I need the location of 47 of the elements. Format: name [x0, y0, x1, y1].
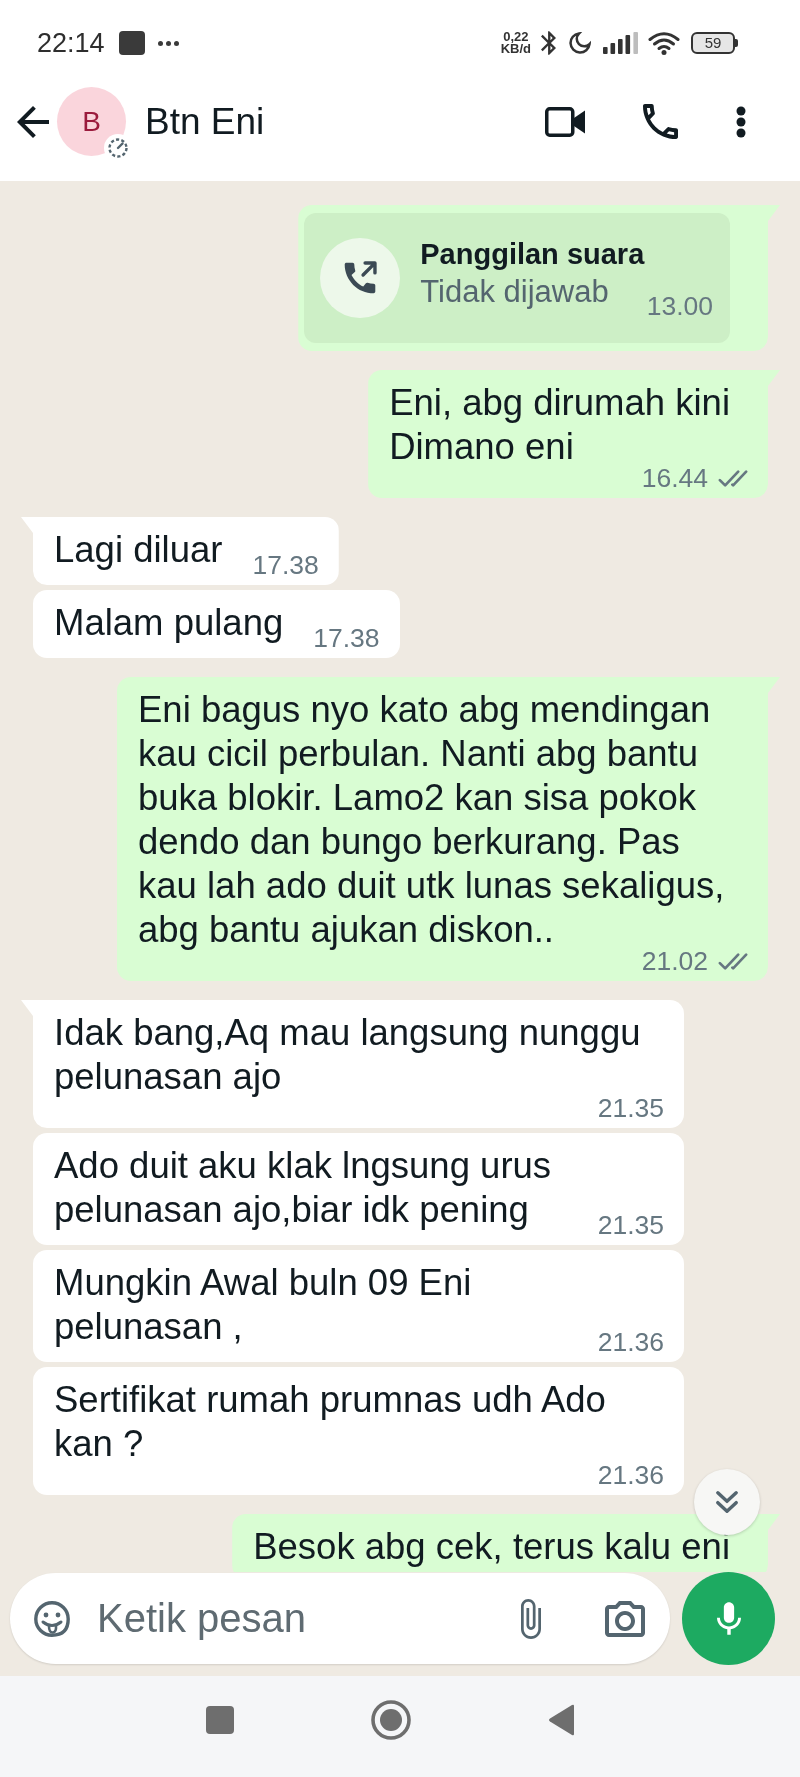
message-time: 17.38 — [313, 628, 380, 648]
contact-name[interactable]: Btn Eni — [145, 100, 265, 143]
more-options-icon[interactable] — [736, 105, 746, 138]
avatar[interactable]: B — [57, 87, 126, 156]
message-field[interactable]: Ketik pesan — [10, 1573, 670, 1664]
mic-icon — [716, 1602, 741, 1635]
message-time: 21.35 — [597, 1215, 664, 1235]
message-time: 21.36 — [597, 1465, 664, 1485]
battery-indicator: 59 — [691, 32, 738, 54]
bluetooth-icon — [541, 31, 556, 55]
message-text: Eni, abg dirumah kini Dimano eni — [389, 382, 730, 467]
more-notifications-icon — [157, 40, 179, 46]
circle-icon[interactable] — [371, 1699, 411, 1740]
message-time: 21.36 — [597, 1332, 664, 1352]
video-call-icon[interactable] — [545, 106, 585, 137]
call-status: Tidak dijawab — [420, 273, 609, 311]
message-text: Mungkin Awal buln 09 Eni pelunasan , — [54, 1262, 472, 1347]
square-icon[interactable] — [206, 1705, 234, 1734]
double-chevron-down-icon — [716, 1491, 738, 1513]
message-text: Lagi diluar — [54, 529, 223, 570]
message-time: 21.35 — [597, 1098, 664, 1118]
sticker-icon[interactable] — [32, 1598, 72, 1639]
call-title: Panggilan suara — [420, 237, 646, 272]
call-card[interactable]: Panggilan suara Tidak dijawab 13.00 — [304, 213, 730, 343]
phone-icon[interactable] — [643, 104, 678, 139]
message-time: 21.02 — [641, 951, 708, 971]
outgoing-call-icon — [320, 238, 401, 318]
status-time: 22:14 — [37, 27, 105, 59]
moon-icon — [569, 32, 591, 54]
network-speed-value: 0,22 — [503, 31, 529, 43]
scroll-down-button[interactable] — [694, 1469, 760, 1535]
message-text: Besok abg cek, terus kalu eni — [253, 1526, 730, 1567]
message-text: Idak bang,Aq mau langsung nunggu pelunasan ajo — [54, 1012, 641, 1097]
signal-icon — [603, 32, 638, 54]
notification-icon — [118, 31, 145, 55]
wifi-icon — [648, 31, 680, 55]
message-text: Sertifikat rumah prumnas udh Ado kan ? — [54, 1379, 606, 1464]
message-text: Malam pulang — [54, 602, 284, 643]
message-time: 16.44 — [641, 468, 708, 488]
message-time: 17.38 — [252, 555, 319, 575]
network-speed-unit: KB/d — [500, 43, 531, 55]
message-time: 13.00 — [646, 291, 713, 321]
camera-icon[interactable] — [605, 1600, 645, 1637]
message-input[interactable]: Ketik pesan — [97, 1590, 517, 1647]
back-icon[interactable] — [17, 105, 49, 138]
message-text: Ado duit aku klak lngsung urus pelunasan ajo,biar idk pening — [54, 1145, 552, 1230]
message-text: Eni bagus nyo kato abg mendingan kau cicil perbulan. Nanti abg bantu buka blokir. Lamo2 kan sisa pokok dendo dan bungo berkurang. Pas kau lah ado duit utk lunas sekaligus, abg bantu ajukan diskon.. — [138, 689, 725, 950]
